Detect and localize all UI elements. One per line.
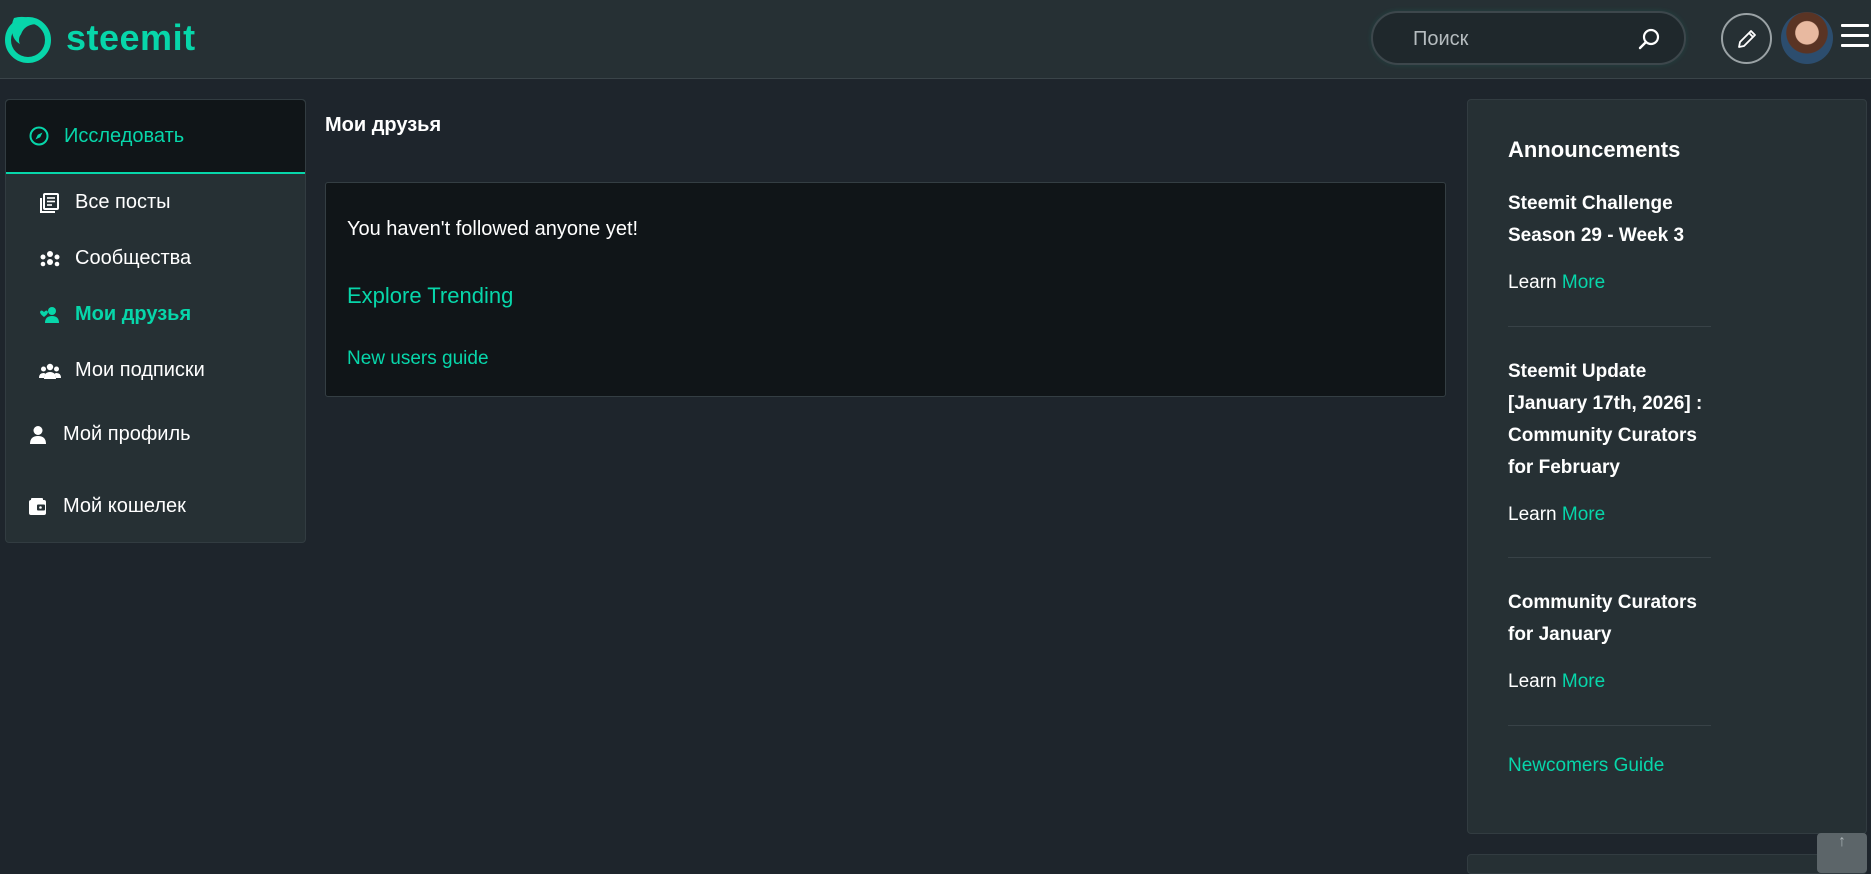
search-input[interactable] — [1413, 26, 1633, 52]
announcement-item: Steemit Update [January 17th, 2026] : Co… — [1508, 356, 1713, 526]
logo-text: steemit — [66, 17, 196, 58]
sidebar-explore-label: Исследовать — [64, 124, 185, 147]
steemit-logo-icon — [5, 16, 51, 63]
empty-state-message: You haven't followed anyone yet! — [347, 218, 639, 240]
menu-icon[interactable] — [1841, 24, 1869, 50]
sidebar-item-my-profile[interactable]: Мой профиль — [27, 423, 191, 446]
announcements-title: Announcements — [1508, 137, 1681, 162]
user-avatar[interactable] — [1781, 12, 1833, 64]
sidebar-item-my-wallet[interactable]: Мой кошелек — [27, 495, 186, 518]
search-box[interactable] — [1371, 11, 1686, 65]
announcement-title[interactable]: Steemit Challenge Season 29 - Week 3 — [1508, 188, 1713, 252]
announcement-title[interactable]: Steemit Update [January 17th, 2026] : Co… — [1508, 356, 1713, 484]
newcomers-guide-link[interactable]: Newcomers Guide — [1508, 755, 1664, 777]
page-title: Мои друзья — [325, 114, 442, 136]
sidebar: Исследовать Все посты Сообщества Мои дру… — [5, 99, 306, 543]
divider — [1508, 557, 1711, 558]
wallet-icon — [27, 496, 49, 518]
sidebar-item-label: Мой профиль — [63, 423, 191, 445]
top-bar: steemit — [0, 0, 1871, 79]
learn-text: Learn — [1508, 671, 1557, 692]
divider — [1508, 725, 1711, 726]
sidebar-item-label: Мой кошелек — [63, 495, 186, 517]
announcement-learn-more: Learn More — [1508, 272, 1713, 294]
announcement-item: Community Curators for January Learn Mor… — [1508, 587, 1713, 693]
profile-icon — [27, 424, 49, 446]
learn-text: Learn — [1508, 272, 1557, 293]
announcement-title[interactable]: Community Curators for January — [1508, 587, 1713, 651]
logo[interactable]: steemit — [4, 12, 196, 64]
posts-icon — [39, 192, 61, 214]
sidebar-item-label: Сообщества — [75, 247, 192, 269]
sidebar-item-my-friends[interactable]: Мои друзья — [39, 303, 191, 326]
more-link[interactable]: More — [1562, 671, 1605, 692]
create-post-button[interactable] — [1721, 13, 1772, 64]
search-icon[interactable] — [1637, 27, 1661, 51]
learn-text: Learn — [1508, 504, 1557, 525]
sidebar-item-label: Мои друзья — [75, 303, 192, 325]
announcement-learn-more: Learn More — [1508, 504, 1713, 526]
empty-state-card: You haven't followed anyone yet! Explore… — [325, 182, 1446, 397]
divider — [1508, 326, 1711, 327]
more-link[interactable]: More — [1562, 272, 1605, 293]
more-link[interactable]: More — [1562, 504, 1605, 525]
subscriptions-icon — [39, 360, 61, 382]
sidebar-item-communities[interactable]: Сообщества — [39, 247, 191, 270]
sidebar-item-label: Мои подписки — [75, 359, 205, 381]
announcement-item: Steemit Challenge Season 29 - Week 3 Lea… — [1508, 188, 1713, 294]
new-users-guide-link[interactable]: New users guide — [347, 348, 489, 370]
pencil-icon — [1737, 29, 1756, 48]
explore-trending-link[interactable]: Explore Trending — [347, 283, 513, 309]
sidebar-item-my-subscriptions[interactable]: Мои подписки — [39, 359, 205, 382]
scroll-to-top-button[interactable]: ↑ — [1817, 833, 1867, 873]
announcement-learn-more: Learn More — [1508, 671, 1713, 693]
compass-icon — [29, 126, 49, 146]
sidebar-item-all-posts[interactable]: Все посты — [39, 191, 171, 214]
sidebar-item-label: Все посты — [75, 191, 171, 213]
arrow-up-icon: ↑ — [1838, 833, 1846, 850]
communities-icon — [39, 248, 61, 270]
secondary-panel — [1467, 854, 1867, 874]
announcements-panel: Announcements Steemit Challenge Season 2… — [1467, 99, 1867, 834]
friends-icon — [39, 304, 61, 326]
sidebar-explore[interactable]: Исследовать — [6, 100, 305, 174]
